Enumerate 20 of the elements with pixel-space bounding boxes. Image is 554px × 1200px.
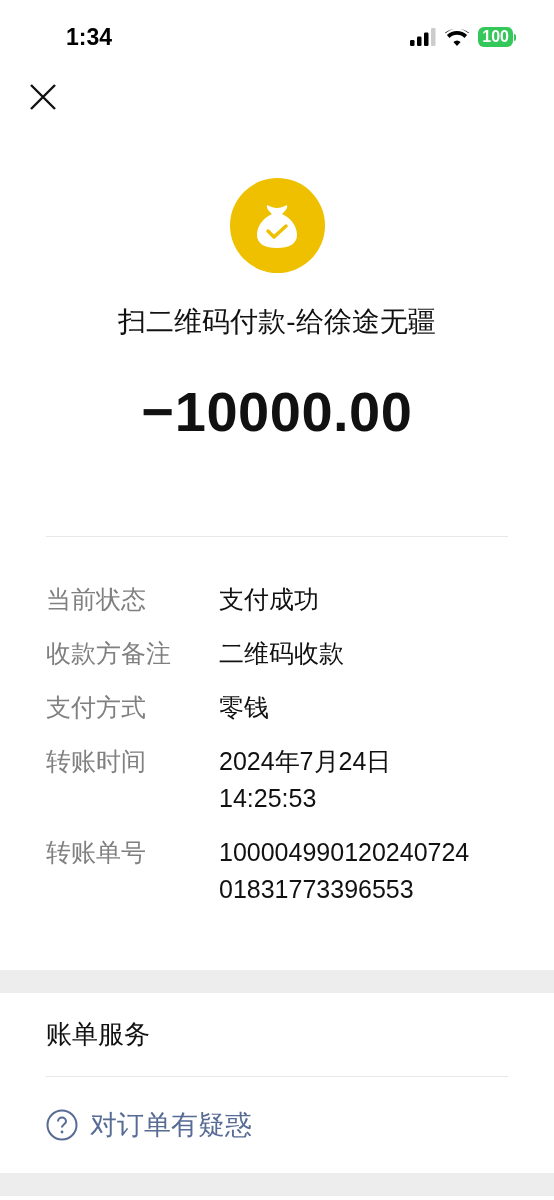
detail-value: 支付成功: [219, 584, 320, 615]
payment-title: 扫二维码付款-给徐途无疆: [118, 305, 436, 339]
help-icon: [46, 1109, 78, 1141]
detail-value: 2024年7月24日 14:25:53: [219, 746, 393, 814]
close-button[interactable]: [28, 82, 58, 112]
detail-value: 10000499012024072401831773396553: [219, 837, 471, 905]
status-time: 1:34: [66, 23, 113, 51]
payment-amount: −10000.00: [141, 379, 413, 444]
detail-value: 零钱: [219, 692, 270, 723]
detail-value: 二维码收款: [219, 638, 345, 669]
detail-label: 转账时间: [46, 746, 147, 777]
section-title: 账单服务: [46, 1018, 150, 1051]
detail-label: 支付方式: [46, 692, 147, 723]
signal-icon: [410, 28, 437, 46]
detail-label: 收款方备注: [46, 638, 172, 669]
detail-label: 转账单号: [46, 837, 147, 868]
battery-icon: 100: [478, 27, 516, 47]
order-question-link[interactable]: 对订单有疑惑: [90, 1107, 252, 1143]
wifi-icon: [445, 28, 470, 46]
detail-label: 当前状态: [46, 584, 147, 615]
